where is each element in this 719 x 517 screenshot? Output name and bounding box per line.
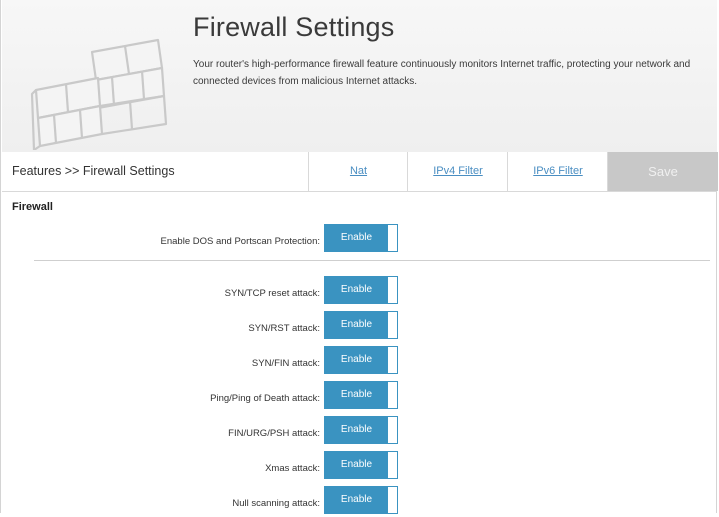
ping-of-death-label: Ping/Ping of Death attack:	[210, 393, 320, 404]
dos-protection-toggle[interactable]: Enable	[324, 224, 398, 252]
nat-link[interactable]: Nat	[308, 152, 408, 191]
fin-urg-psh-toggle[interactable]: Enable	[324, 416, 398, 444]
syn-rst-toggle[interactable]: Enable	[324, 311, 398, 339]
dos-protection-label: Enable DOS and Portscan Protection:	[160, 236, 320, 247]
null-scanning-row: Null scanning attack: Enable	[1, 486, 716, 517]
toggle-state: Enable	[325, 382, 388, 408]
xmas-label: Xmas attack:	[265, 463, 320, 474]
xmas-row: Xmas attack: Enable	[1, 451, 716, 482]
ipv4-filter-link[interactable]: IPv4 Filter	[407, 152, 508, 191]
fin-urg-psh-label: FIN/URG/PSH attack:	[228, 428, 320, 439]
page-title: Firewall Settings	[193, 12, 395, 42]
syn-rst-row: SYN/RST attack: Enable	[1, 311, 716, 342]
syn-tcp-reset-row: SYN/TCP reset attack: Enable	[1, 276, 716, 307]
section-divider	[34, 260, 710, 261]
toggle-state: Enable	[325, 417, 388, 443]
ipv6-filter-link[interactable]: IPv6 Filter	[507, 152, 608, 191]
toggle-state: Enable	[325, 225, 388, 251]
syn-tcp-reset-toggle[interactable]: Enable	[324, 276, 398, 304]
syn-fin-toggle[interactable]: Enable	[324, 346, 398, 374]
syn-fin-row: SYN/FIN attack: Enable	[1, 346, 716, 377]
syn-rst-label: SYN/RST attack:	[248, 323, 320, 334]
syn-tcp-reset-label: SYN/TCP reset attack:	[224, 288, 320, 299]
toggle-state: Enable	[325, 452, 388, 478]
brick-wall-icon	[30, 38, 168, 150]
null-scanning-toggle[interactable]: Enable	[324, 486, 398, 514]
syn-fin-label: SYN/FIN attack:	[251, 358, 320, 369]
section-title-firewall: Firewall	[12, 201, 53, 213]
page-description: Your router's high-performance firewall …	[193, 59, 691, 87]
save-button[interactable]: Save	[607, 152, 718, 191]
fin-urg-psh-row: FIN/URG/PSH attack: Enable	[1, 416, 716, 447]
toggle-state: Enable	[325, 487, 388, 513]
toggle-state: Enable	[325, 277, 388, 303]
breadcrumb: Features >> Firewall Settings	[12, 164, 175, 178]
toggle-state: Enable	[325, 347, 388, 373]
page-frame: Firewall Settings Your router's high-per…	[0, 0, 718, 514]
null-scanning-label: Null scanning attack:	[232, 498, 320, 509]
xmas-toggle[interactable]: Enable	[324, 451, 398, 479]
nav-bar: Features >> Firewall Settings Nat IPv4 F…	[2, 152, 718, 192]
toggle-state: Enable	[325, 312, 388, 338]
page-header: Firewall Settings Your router's high-per…	[2, 0, 717, 153]
ping-of-death-toggle[interactable]: Enable	[324, 381, 398, 409]
ping-of-death-row: Ping/Ping of Death attack: Enable	[1, 381, 716, 412]
dos-protection-row: Enable DOS and Portscan Protection: Enab…	[1, 224, 716, 255]
